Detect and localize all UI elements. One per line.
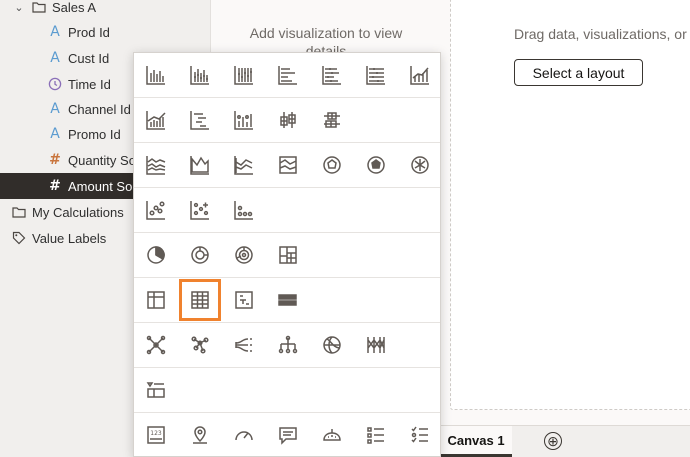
canvas-area: Drag data, visualizations, or Select a l… [440, 0, 690, 457]
time-icon [48, 77, 62, 91]
stacked-area-icon[interactable] [232, 153, 256, 177]
canvas-tab-bar: Canvas 1 ⊕ [440, 425, 690, 457]
bar-line-icon[interactable] [144, 108, 168, 132]
table-icon[interactable] [179, 279, 221, 321]
picker-row-table [134, 278, 440, 323]
measure-icon: # [49, 152, 61, 168]
horizontal-stacked-bar-icon[interactable] [320, 63, 344, 87]
horizontal-boxplot-icon[interactable] [320, 108, 344, 132]
donut-icon[interactable] [188, 243, 212, 267]
picker-row-bar-2 [134, 98, 440, 143]
tile-table-icon[interactable] [232, 288, 256, 312]
tree-item-label: Promo Id [68, 126, 121, 142]
100-area-icon[interactable] [276, 153, 300, 177]
add-canvas-icon[interactable]: ⊕ [544, 432, 562, 450]
correlation-matrix-icon[interactable] [364, 333, 388, 357]
tree-item-label: Cust Id [68, 50, 110, 66]
attribute-icon: A [50, 101, 60, 117]
picker-row-list [134, 368, 440, 413]
sunburst-icon[interactable] [232, 243, 256, 267]
measure-icon: # [49, 178, 61, 194]
horizontal-100-bar-icon[interactable] [364, 63, 388, 87]
radar-bar-icon[interactable] [408, 153, 432, 177]
tree-item-label: My Calculations [32, 204, 124, 220]
pie-icon[interactable] [144, 243, 168, 267]
boxplot-icon[interactable] [276, 108, 300, 132]
radar-area-icon[interactable] [364, 153, 388, 177]
radar-line-icon[interactable] [320, 153, 344, 177]
map-icon[interactable] [188, 423, 212, 447]
gauge-icon[interactable] [232, 423, 256, 447]
combo-icon[interactable] [408, 63, 432, 87]
dot-plot-icon[interactable] [232, 198, 256, 222]
select-layout-button[interactable]: Select a layout [514, 59, 643, 86]
area-icon[interactable] [188, 153, 212, 177]
tab-canvas-1[interactable]: Canvas 1 [440, 426, 512, 457]
pivot-icon[interactable] [144, 288, 168, 312]
tree-item-label: Value Labels [32, 230, 107, 246]
line-icon[interactable] [144, 153, 168, 177]
picker-row-line [134, 143, 440, 188]
waterfall-icon[interactable] [188, 108, 212, 132]
stacked-bar-icon[interactable] [188, 63, 212, 87]
tree-item-label: Time Id [68, 76, 111, 92]
100-stacked-bar-icon[interactable] [232, 63, 256, 87]
tree-item-label: Quantity So [68, 152, 136, 168]
scatter-icon[interactable] [144, 198, 168, 222]
tree-diagram-icon[interactable] [276, 333, 300, 357]
picker-row-misc: 123 [134, 413, 440, 457]
tree-item-label: Prod Id [68, 24, 110, 40]
parallel-coordinates-icon[interactable] [320, 333, 344, 357]
attribute-icon: A [50, 24, 60, 40]
attribute-icon: A [50, 126, 60, 142]
sankey-icon[interactable] [232, 333, 256, 357]
tag-icon [12, 231, 26, 245]
tree-item-label: Amount So [68, 178, 133, 194]
grid-scatter-icon[interactable] [188, 198, 212, 222]
list-view-icon[interactable] [364, 423, 388, 447]
text-box-icon[interactable] [276, 423, 300, 447]
picker-row-scatter [134, 188, 440, 233]
tile-icon[interactable]: 123 [144, 423, 168, 447]
expand-chevron-icon[interactable]: ⌄ [12, 0, 26, 14]
visualization-picker: 123 [133, 52, 441, 457]
treemap-icon[interactable] [276, 243, 300, 267]
bar-icon[interactable] [144, 63, 168, 87]
attribute-icon: A [50, 50, 60, 66]
picker-row-network [134, 323, 440, 368]
cloud-icon[interactable] [320, 423, 344, 447]
heatmap-icon[interactable] [276, 288, 300, 312]
network-icon[interactable] [144, 333, 168, 357]
chord-icon[interactable] [188, 333, 212, 357]
folder-icon [12, 205, 26, 219]
scatter-bar-icon[interactable] [232, 108, 256, 132]
svg-text:123: 123 [150, 430, 162, 437]
horizontal-bar-icon[interactable] [276, 63, 300, 87]
tree-item-label: Sales A [52, 0, 97, 15]
tree-item-sales-a[interactable]: ⌄ Sales A [12, 0, 222, 20]
picker-row-bar [134, 53, 440, 98]
list-icon[interactable] [144, 378, 168, 402]
checklist-icon[interactable] [408, 423, 432, 447]
tree-item-label: Channel Id [68, 101, 131, 117]
folder-icon [32, 0, 46, 14]
canvas-drag-hint: Drag data, visualizations, or [514, 26, 687, 42]
picker-row-pie [134, 233, 440, 278]
